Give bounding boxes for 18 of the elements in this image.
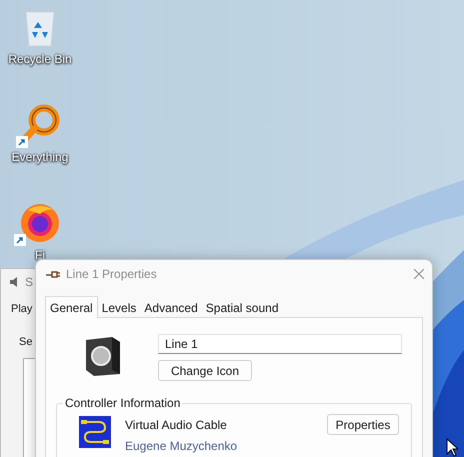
controller-name: Virtual Audio Cable <box>125 417 228 433</box>
tab[interactable]: Spatial sound <box>202 298 282 317</box>
speaker-icon <box>84 336 122 376</box>
window-title: S <box>25 274 34 291</box>
close-icon[interactable] <box>414 268 424 278</box>
vendor-link[interactable]: Eugene Muzychenko <box>125 438 238 454</box>
tab[interactable]: General <box>45 296 98 318</box>
window-tab[interactable]: Play <box>11 303 32 315</box>
panel-label: Se <box>19 336 32 348</box>
change-icon-button[interactable]: Change Icon <box>158 360 252 381</box>
mouse-cursor-icon <box>446 438 458 457</box>
cable-plug-icon <box>46 268 60 278</box>
tab[interactable]: Levels <box>98 298 140 317</box>
cable-icon <box>79 416 111 448</box>
window-title: Line 1 Properties <box>66 266 157 282</box>
properties-button[interactable]: Properties <box>327 414 399 435</box>
tab[interactable]: Advanced <box>140 298 202 317</box>
name-input-field[interactable]: Line 1 <box>158 334 402 354</box>
